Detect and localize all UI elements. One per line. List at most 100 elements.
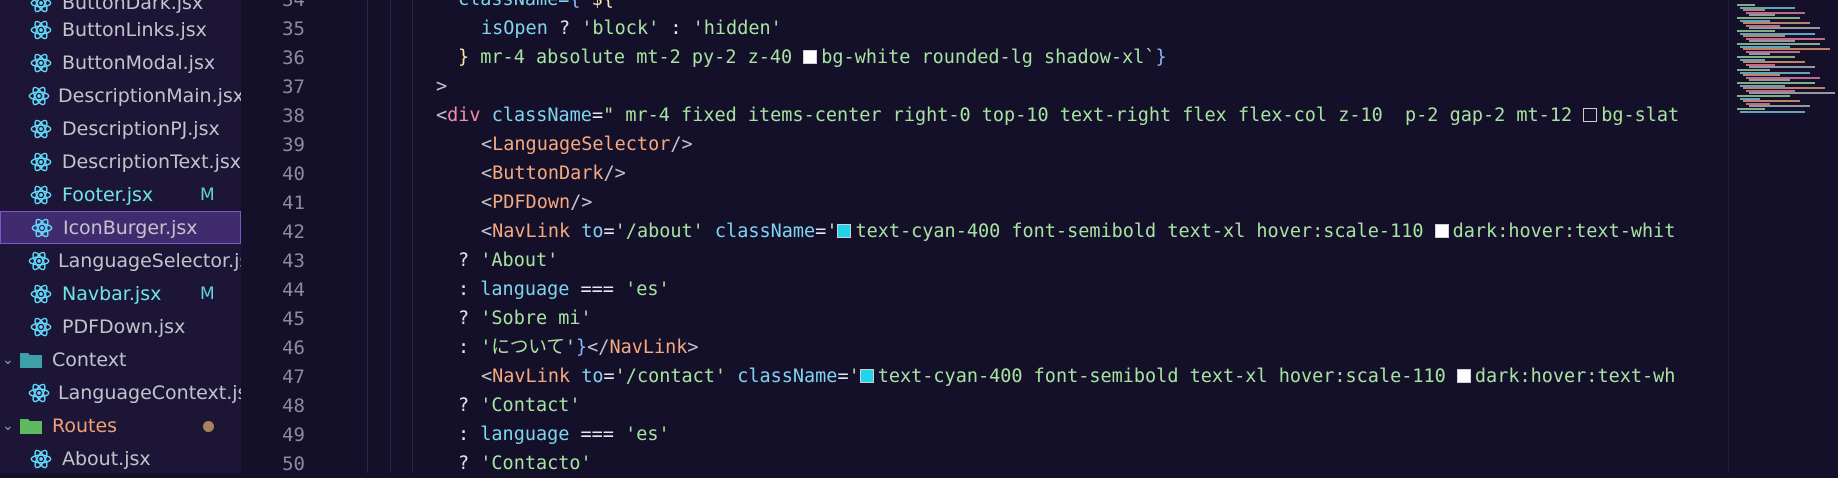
token-op: : [458,337,481,358]
explorer-item-label: IconBurger.jsx [63,216,198,239]
explorer-file[interactable]: PDFDown.jsx [0,310,241,343]
color-swatch-white[interactable] [1456,369,1471,383]
code-line-49[interactable]: : language === 'es' [458,421,670,449]
token-punct: < [481,192,493,213]
code-line-44[interactable]: : language === 'es' [458,276,670,304]
explorer-folder[interactable]: ⌄ Context [0,343,241,376]
indent-guide [367,0,368,473]
explorer-file[interactable]: IconBurger.jsx [0,211,241,244]
token-string: 'es' [625,424,670,445]
explorer-file[interactable]: DescriptionText.jsx [0,145,241,178]
explorer-file[interactable]: About.jsx [0,442,241,473]
explorer-file[interactable]: LanguageContext.jsx [0,376,241,409]
code-line-37[interactable]: > [436,73,447,101]
explorer-file[interactable]: LanguageSelector.jsx [0,244,241,277]
explorer-file[interactable]: DescriptionPJ.jsx [0,112,241,145]
chevron-down-icon[interactable]: ⌄ [2,352,14,368]
token-component: NavLink [492,221,571,242]
code-line-35[interactable]: isOpen ? 'block' : 'hidden' [481,15,782,43]
token-punct: /> [670,134,693,155]
explorer-item-label: ButtonDark.jsx [62,0,204,14]
token-punct: > [436,76,448,97]
token-punct: /> [570,192,593,213]
explorer-item-label: DescriptionPJ.jsx [62,117,220,140]
token-punct: < [436,105,448,126]
chevron-down-icon[interactable]: ⌄ [2,418,14,434]
color-swatch-white[interactable] [1434,224,1449,238]
line-number: 36 [282,47,305,69]
token-string: mr-4 absolute mt-2 py-2 z-40 [469,47,804,68]
code-line-41[interactable]: <PDFDown/> [481,189,592,217]
token-string: 'hidden' [692,18,782,39]
line-number: 46 [282,337,305,359]
react-icon [28,19,54,41]
code-line-46[interactable]: : 'について'}</NavLink> [458,334,699,362]
explorer-item-label: DescriptionMain.jsx [58,84,241,107]
line-number: 41 [282,192,305,214]
line-number: 34 [282,0,305,11]
explorer-folder[interactable]: ⌄ Routes [0,409,241,442]
folder-icon [18,349,44,371]
color-swatch-cyan[interactable] [859,369,874,383]
code-line-34[interactable]: className={ ${ [458,0,614,14]
react-icon [28,250,50,272]
code-line-47[interactable]: <NavLink to='/contact' className=' text-c… [481,363,1675,391]
explorer-item-label: LanguageContext.jsx [58,381,241,404]
react-icon [28,151,54,173]
minimap[interactable] [1728,0,1838,473]
code-line-43[interactable]: ? 'About' [458,247,558,275]
react-icon [28,283,54,305]
token-op: = [815,221,827,242]
token-op: ? [547,18,582,39]
token-brace: } [576,337,588,358]
explorer-item-label: DescriptionText.jsx [61,150,241,173]
line-number: 35 [282,18,305,40]
token-backtick: ` [1144,47,1156,68]
line-number: 39 [282,134,305,156]
code-line-39[interactable]: <LanguageSelector/> [481,131,693,159]
react-icon [28,85,50,107]
code-line-40[interactable]: <ButtonDark/> [481,160,626,188]
git-modified-badge: M [200,283,215,304]
code-line-38[interactable]: <div className=" mr-4 fixed items-center… [436,102,1679,130]
token-attr: className= [458,0,569,10]
indent-guide [390,0,391,473]
token-punct: < [481,163,493,184]
code-line-42[interactable]: <NavLink to='/about' className=' text-cya… [481,218,1675,246]
line-number: 50 [282,453,305,475]
token-string: 'block' [581,18,660,39]
git-status-dot-icon [203,421,214,432]
explorer-file[interactable]: Navbar.jsx M [0,277,241,310]
line-number: 42 [282,221,305,243]
line-number: 43 [282,250,305,272]
explorer-file[interactable]: Footer.jsx M [0,178,241,211]
code-editor[interactable]: className={ ${ isOpen ? 'block' : 'hidde… [340,0,1728,473]
token-punct: < [481,221,493,242]
code-line-45[interactable]: ? 'Sobre mi' [458,305,592,333]
minimap-line [1740,110,1805,113]
token-var: language [480,424,570,445]
explorer-file[interactable]: ButtonLinks.jsx [0,13,241,46]
explorer-file[interactable]: DescriptionMain.jsx [0,79,241,112]
token-template: ${ [592,0,614,10]
explorer-item-label: Navbar.jsx [62,282,162,305]
token-string: 'About' [480,250,559,271]
code-line-50[interactable]: ? 'Contacto' [458,450,592,473]
explorer-item-label: LanguageSelector.jsx [58,249,241,272]
code-line-36[interactable]: } mr-4 absolute mt-2 py-2 z-40 bg-white … [458,44,1167,72]
token-component: ButtonDark [492,163,604,184]
token-op: : [458,279,481,300]
explorer-file[interactable]: ButtonModal.jsx [0,46,241,79]
color-swatch-white[interactable] [803,50,818,64]
react-icon [28,448,54,470]
code-line-48[interactable]: ? 'Contact' [458,392,581,420]
explorer-sidebar: ButtonDark.jsx ButtonLinks.jsx ButtonModal… [0,0,241,473]
explorer-item-label: PDFDown.jsx [62,315,186,338]
token-component: PDFDown [492,192,571,213]
token-attr: className [703,221,816,242]
explorer-item-label: About.jsx [62,447,151,470]
color-swatch-slate[interactable] [1583,108,1598,122]
token-op: ? [458,308,481,329]
color-swatch-cyan[interactable] [837,224,852,238]
token-op: === [569,279,626,300]
